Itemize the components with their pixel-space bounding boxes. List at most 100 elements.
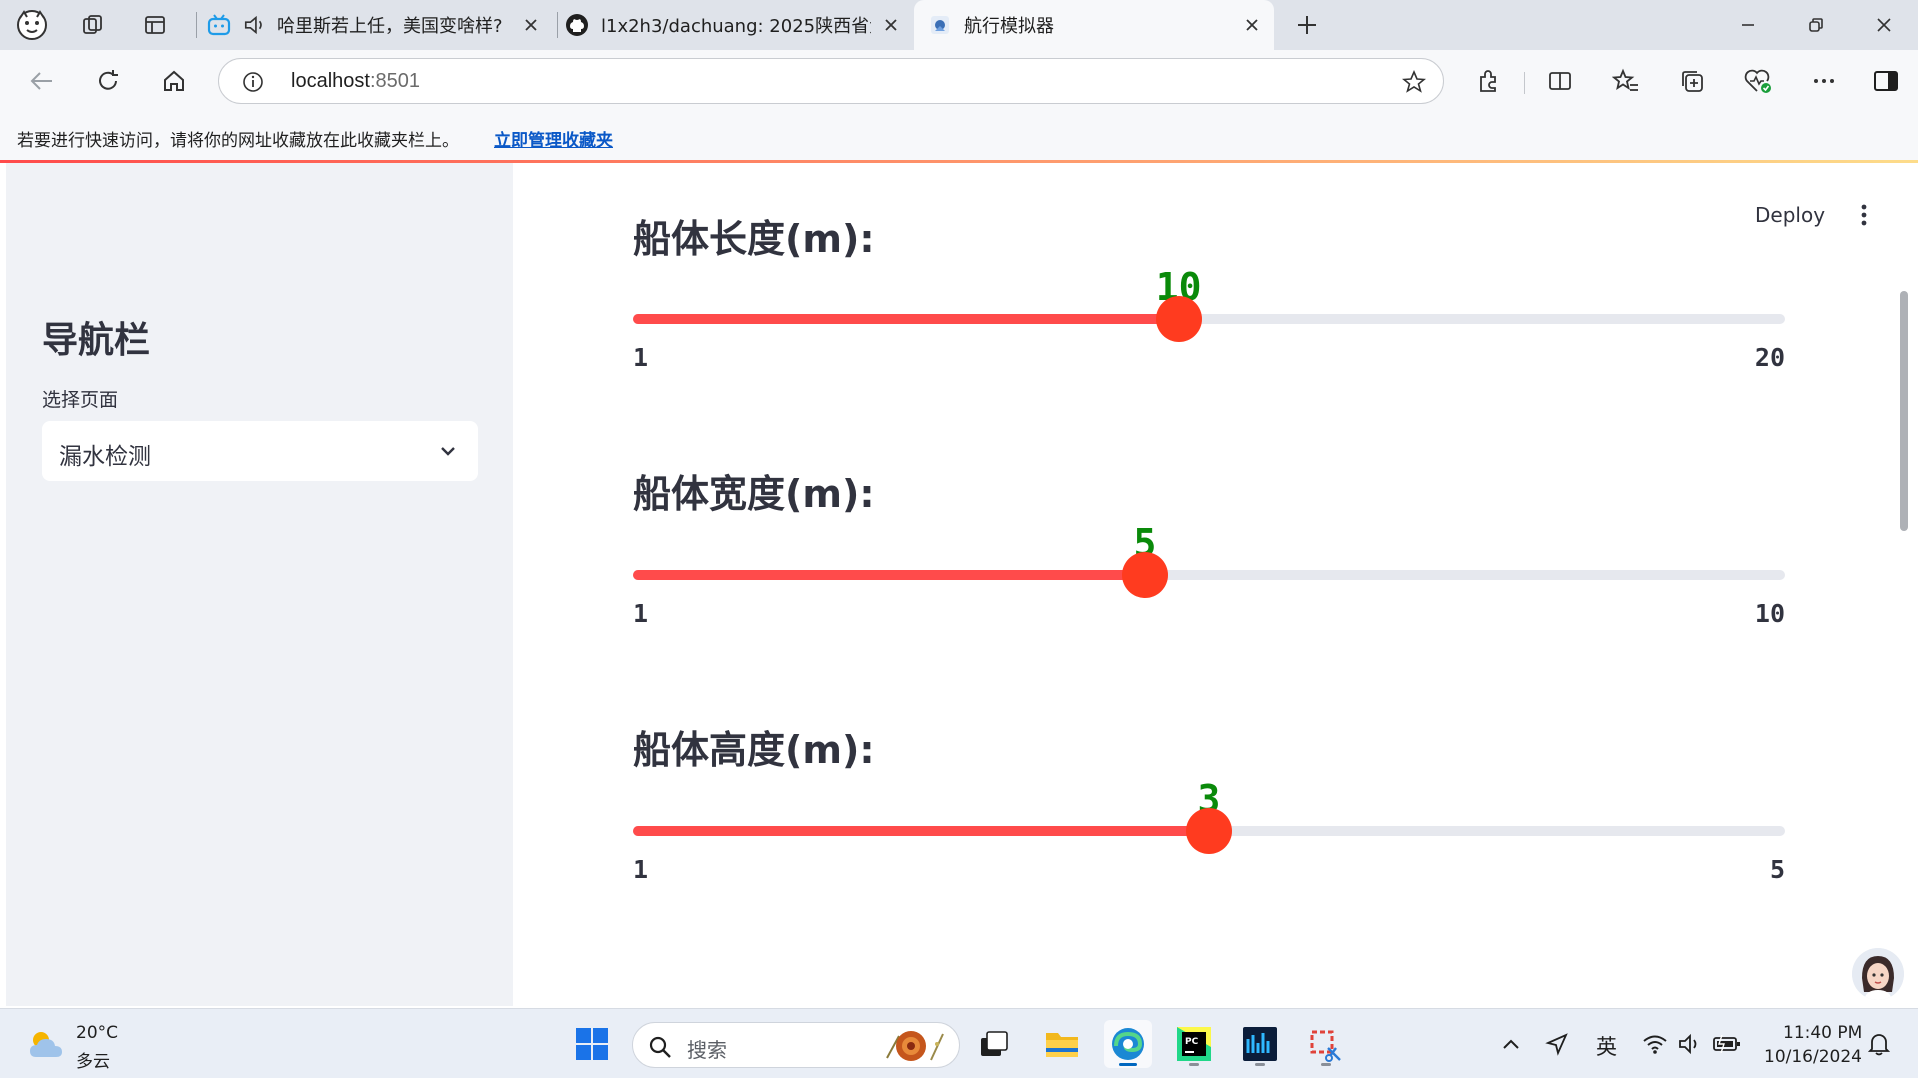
taskbar-search[interactable]: 搜索 — [632, 1022, 960, 1068]
speaker-icon[interactable] — [243, 13, 267, 37]
windows-taskbar: 20°C 多云 搜索 PC 英 11:40 PM 10/16/2024 — [0, 1008, 1918, 1078]
slider-thumb[interactable] — [1122, 552, 1168, 598]
notification-bell-icon[interactable] — [1864, 1029, 1894, 1059]
input-method-indicator[interactable]: 英 — [1596, 1031, 1617, 1061]
weather-description: 多云 — [76, 1052, 110, 1072]
slider-max-label: 5 — [1769, 855, 1785, 884]
snipping-tool-icon[interactable] — [1302, 1020, 1350, 1068]
search-icon — [647, 1034, 673, 1060]
slider-fill — [633, 570, 1145, 580]
manage-favorites-link[interactable]: 立即管理收藏夹 — [494, 126, 613, 151]
back-icon[interactable] — [21, 64, 61, 98]
split-screen-icon[interactable] — [1542, 63, 1578, 99]
page-scrollbar[interactable] — [1900, 291, 1908, 531]
github-icon — [565, 13, 589, 37]
slider-min-label: 1 — [633, 599, 649, 628]
streamlit-icon — [928, 13, 952, 37]
slider-track[interactable] — [633, 314, 1785, 324]
browser-tab-bar: 哈里斯若上任，美国变啥样? l1x2h3/dachuang: 2025陕西省大创… — [0, 0, 1918, 50]
home-icon[interactable] — [154, 64, 194, 98]
tab-actions-icon[interactable] — [138, 8, 172, 42]
chevron-down-icon — [436, 439, 460, 463]
restore-icon[interactable] — [1782, 0, 1850, 50]
sidebar-title: 导航栏 — [42, 320, 151, 361]
close-icon[interactable] — [1240, 13, 1264, 37]
close-window-icon[interactable] — [1850, 0, 1918, 50]
file-explorer-icon[interactable] — [1038, 1020, 1086, 1068]
select-page-label: 选择页面 — [42, 389, 119, 411]
info-icon[interactable] — [241, 70, 265, 94]
slider-heading: 船体高度(m): — [633, 728, 875, 772]
slider-heading: 船体宽度(m): — [633, 472, 875, 516]
favorites-bar: 若要进行快速访问，请将你的网址收藏放在此收藏夹栏上。 立即管理收藏夹 — [0, 112, 1918, 160]
tab-sailing-simulator[interactable]: 航行模拟器 — [914, 0, 1274, 50]
tab-github[interactable]: l1x2h3/dachuang: 2025陕西省大创 — [563, 0, 913, 50]
pycharm-icon[interactable]: PC — [1170, 1020, 1218, 1068]
streamlit-app: 导航栏 选择页面 漏水检测 Deploy 船体长度(m): 10 1 20 船体… — [6, 163, 1912, 1006]
tab-separator — [196, 12, 197, 38]
task-view-icon[interactable] — [970, 1020, 1018, 1068]
tab-separator — [557, 12, 558, 38]
clock-date[interactable]: 10/16/2024 — [1764, 1047, 1862, 1067]
running-indicator — [1119, 1063, 1137, 1066]
weather-temperature: 20°C — [76, 1023, 119, 1043]
tab-bilibili[interactable]: 哈里斯若上任，美国变啥样? — [203, 0, 553, 50]
page-select[interactable]: 漏水检测 — [42, 421, 478, 481]
slider-thumb[interactable] — [1155, 296, 1202, 342]
slider-fill — [633, 826, 1209, 836]
running-indicator — [1189, 1063, 1199, 1066]
monitoring-app-icon[interactable] — [1236, 1020, 1284, 1068]
slider-heading: 船体长度(m): — [633, 217, 875, 261]
url-port: :8501 — [369, 70, 420, 92]
volume-icon[interactable] — [1676, 1029, 1706, 1059]
close-icon[interactable] — [519, 13, 543, 37]
tab-title: 航行模拟器 — [964, 16, 1054, 37]
browser-toolbar: localhost:8501 — [0, 50, 1918, 112]
windows-start-icon[interactable] — [568, 1020, 616, 1068]
battery-icon[interactable] — [1712, 1029, 1742, 1059]
favorites-icon[interactable] — [1608, 63, 1644, 99]
edge-browser-icon[interactable] — [1104, 1020, 1152, 1068]
running-indicator — [1321, 1063, 1331, 1066]
clock-time[interactable]: 11:40 PM — [1783, 1023, 1862, 1043]
slider-max-label: 10 — [1754, 599, 1785, 628]
toolbar-separator — [1524, 72, 1525, 94]
sidebar-toggle-icon[interactable] — [1868, 63, 1904, 99]
slider-thumb[interactable] — [1186, 808, 1232, 854]
address-bar[interactable]: localhost:8501 — [218, 58, 1444, 104]
slider-fill — [633, 314, 1179, 324]
slider-min-label: 1 — [633, 855, 649, 884]
favorite-star-icon[interactable] — [1401, 69, 1427, 95]
slider-track[interactable] — [633, 570, 1785, 580]
extensions-icon[interactable] — [1470, 63, 1506, 99]
favorites-bar-message: 若要进行快速访问，请将你的网址收藏放在此收藏夹栏上。 — [17, 131, 459, 151]
close-icon[interactable] — [879, 13, 903, 37]
minimize-icon[interactable] — [1714, 0, 1782, 50]
browser-essentials-icon[interactable] — [1740, 63, 1776, 99]
main-menu-icon[interactable] — [1852, 201, 1876, 229]
slider-max-label: 20 — [1754, 343, 1785, 372]
slider-min-label: 1 — [633, 343, 649, 372]
bilibili-icon — [207, 13, 231, 37]
url-text: localhost:8501 — [291, 70, 420, 93]
new-tab-icon[interactable] — [1290, 8, 1324, 42]
main-content: Deploy 船体长度(m): 10 1 20 船体宽度(m): 5 1 10 — [513, 163, 1912, 1006]
profile-avatar-icon[interactable] — [15, 8, 49, 42]
svg-text:PC: PC — [1185, 1037, 1199, 1047]
location-icon[interactable] — [1542, 1029, 1572, 1059]
search-highlight-image-icon — [881, 1028, 951, 1064]
workspaces-icon[interactable] — [76, 8, 110, 42]
more-icon[interactable] — [1806, 63, 1842, 99]
running-indicator — [1255, 1063, 1265, 1066]
search-placeholder: 搜索 — [687, 1038, 727, 1062]
partly-cloudy-icon[interactable] — [26, 1027, 66, 1063]
collections-icon[interactable] — [1674, 63, 1710, 99]
deploy-button[interactable]: Deploy — [1755, 203, 1825, 227]
sidebar: 导航栏 选择页面 漏水检测 — [6, 163, 513, 1006]
assistant-avatar-icon[interactable] — [1852, 948, 1904, 1000]
url-host: localhost — [291, 70, 370, 92]
refresh-icon[interactable] — [88, 64, 128, 98]
show-hidden-icons-icon[interactable] — [1496, 1029, 1526, 1059]
wifi-icon[interactable] — [1640, 1029, 1670, 1059]
tab-title: 哈里斯若上任，美国变啥样? — [277, 16, 503, 37]
